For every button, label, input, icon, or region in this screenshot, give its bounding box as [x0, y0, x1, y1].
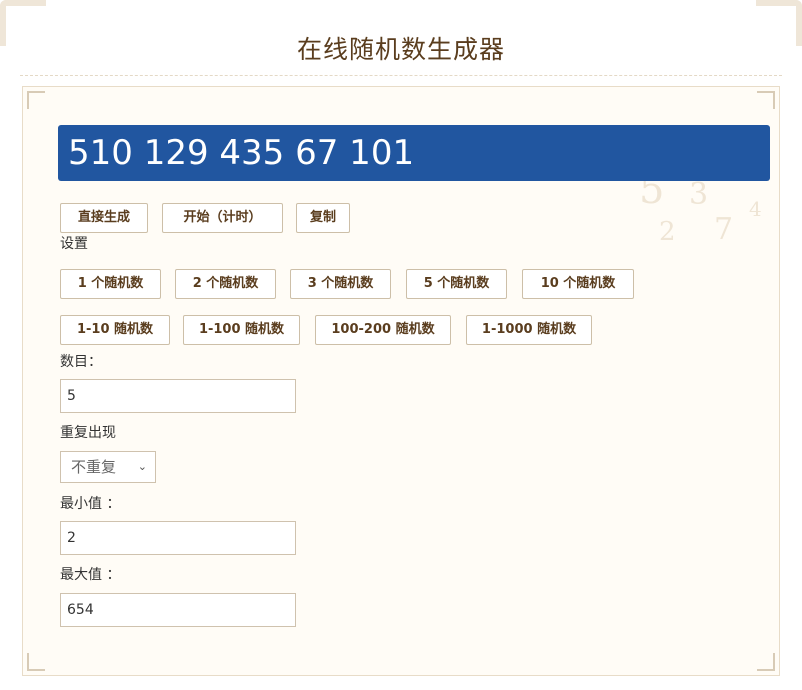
- repeat-label: 重复出现: [60, 425, 116, 441]
- max-label: 最大值 ：: [60, 567, 121, 583]
- preset-count-10-button[interactable]: 10 个随机数: [522, 269, 634, 299]
- preset-count-3-button[interactable]: 3 个随机数: [290, 269, 391, 299]
- repeat-select-value: 不重复: [71, 458, 117, 476]
- min-label: 最小值 ：: [60, 496, 121, 512]
- copy-button[interactable]: 复制: [296, 203, 350, 233]
- numbers-watermark-icon: 5 3 6 2 7 4: [639, 157, 762, 247]
- preset-range-100-200-button[interactable]: 100-200 随机数: [315, 315, 451, 345]
- preset-count-5-button[interactable]: 5 个随机数: [406, 269, 507, 299]
- panel-corner-icon: [757, 91, 775, 109]
- preset-count-1-button[interactable]: 1 个随机数: [60, 269, 161, 299]
- count-label: 数目：: [60, 354, 102, 370]
- preset-range-1-1000-button[interactable]: 1-1000 随机数: [466, 315, 592, 345]
- preset-count-2-button[interactable]: 2 个随机数: [175, 269, 276, 299]
- repeat-select[interactable]: 不重复 ⌄: [60, 451, 156, 483]
- preset-range-1-10-button[interactable]: 1-10 随机数: [60, 315, 170, 345]
- panel-corner-icon: [27, 653, 45, 671]
- generator-panel: 5 3 6 2 7 4 510 129 435 67 101 直接生成 开始（计…: [22, 86, 780, 676]
- page-title: 在线随机数生成器: [296, 35, 505, 64]
- generate-button[interactable]: 直接生成: [60, 203, 148, 233]
- chevron-down-icon: ⌄: [137, 460, 147, 473]
- count-input[interactable]: [60, 379, 296, 413]
- panel-corner-icon: [757, 653, 775, 671]
- panel-corner-icon: [27, 91, 45, 109]
- header: 在线随机数生成器: [0, 0, 802, 76]
- max-value-input[interactable]: [60, 593, 296, 627]
- result-display: 510 129 435 67 101: [58, 125, 770, 181]
- preset-range-1-100-button[interactable]: 1-100 随机数: [183, 315, 300, 345]
- settings-label: 设置: [60, 236, 88, 252]
- title-divider: [20, 75, 782, 76]
- min-value-input[interactable]: [60, 521, 296, 555]
- start-timed-button[interactable]: 开始（计时）: [162, 203, 283, 233]
